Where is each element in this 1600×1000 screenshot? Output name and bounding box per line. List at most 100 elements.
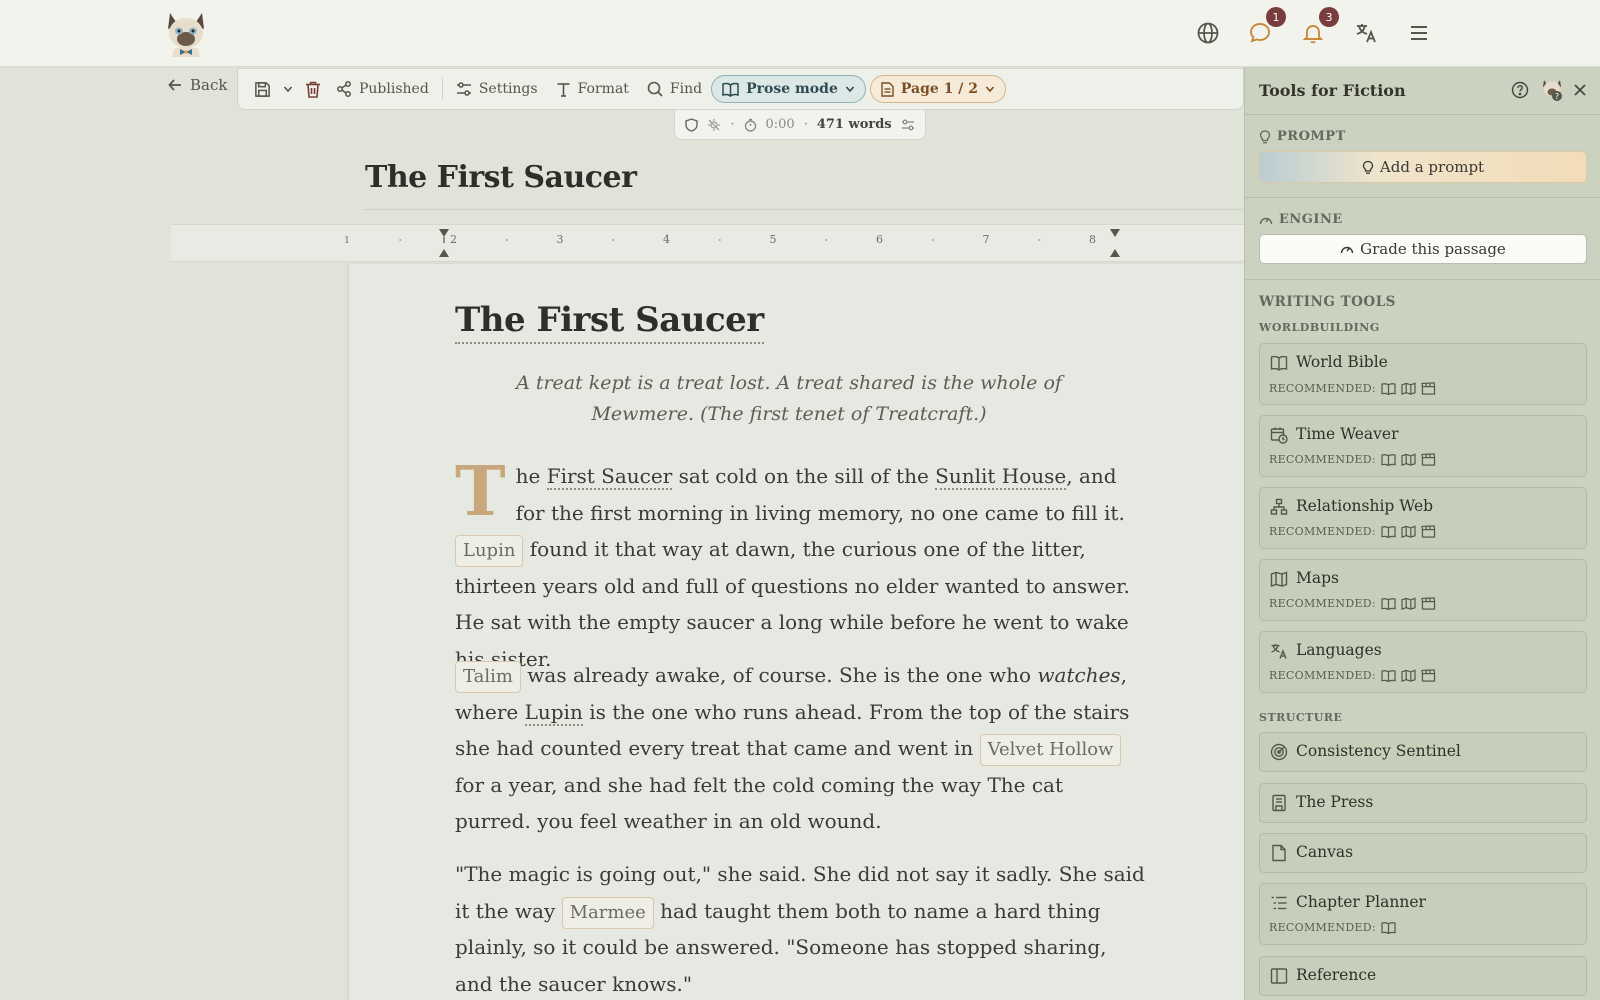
tool-the-press[interactable]: The Press	[1259, 783, 1587, 823]
first-line-indent-marker[interactable]	[439, 229, 449, 237]
document-title-input[interactable]: The First Saucer	[365, 160, 637, 195]
published-label: Published	[359, 81, 429, 97]
recommended-row: RECOMMENDED:	[1269, 921, 1396, 934]
panel-divider	[1245, 279, 1600, 280]
right-margin-marker[interactable]	[1110, 249, 1120, 257]
page-heading[interactable]: The First Saucer	[455, 300, 764, 344]
tool-name: World Bible	[1296, 353, 1388, 371]
tool-canvas[interactable]: Canvas	[1259, 833, 1587, 873]
prose-mode-dropdown[interactable]: Prose mode	[711, 75, 866, 103]
map-icon	[1401, 669, 1416, 682]
tool-name: Reference	[1296, 966, 1377, 984]
ruler-tick	[718, 239, 721, 241]
editor-toolbar: Published Settings Format Find Prose mod…	[237, 68, 1244, 110]
spellcheck-off-icon[interactable]	[707, 118, 721, 132]
entity-link-sunlit-house[interactable]: Sunlit House	[935, 464, 1067, 490]
character-chip-lupin[interactable]: Lupin	[455, 535, 524, 567]
document-icon	[881, 81, 894, 97]
settings-button[interactable]: Settings	[447, 75, 547, 103]
tool-name: Maps	[1296, 569, 1339, 587]
map-icon	[1401, 453, 1416, 466]
translate-icon[interactable]	[1352, 19, 1380, 47]
tool-world-bible[interactable]: World Bible RECOMMENDED:	[1259, 343, 1587, 405]
recommended-row: RECOMMENDED:	[1269, 382, 1436, 395]
book-icon	[1381, 454, 1396, 466]
find-button[interactable]: Find	[638, 75, 711, 103]
tool-name: Canvas	[1296, 843, 1354, 861]
ruler-number: 1	[344, 236, 350, 246]
character-chip-talim[interactable]: Talim	[455, 661, 521, 693]
globe-icon[interactable]	[1194, 19, 1222, 47]
recommended-row: RECOMMENDED:	[1269, 525, 1436, 538]
grade-passage-label: Grade this passage	[1360, 240, 1506, 258]
text-run: for a year, and she had felt the cold co…	[455, 772, 1064, 834]
title-divider	[363, 209, 1243, 210]
book-icon	[1381, 598, 1396, 610]
add-prompt-button[interactable]: Add a prompt	[1259, 151, 1587, 183]
tool-chapter-planner[interactable]: Chapter Planner RECOMMENDED:	[1259, 883, 1587, 945]
structure-label: STRUCTURE	[1259, 711, 1343, 724]
location-chip-velvet-hollow[interactable]: Velvet Hollow	[979, 734, 1122, 766]
timer-icon[interactable]	[744, 118, 757, 132]
tools-for-fiction-panel: Tools for Fiction ? PROMPT Add a prompt …	[1244, 67, 1600, 1000]
lightbulb-icon	[1362, 160, 1374, 174]
tool-maps[interactable]: Maps RECOMMENDED:	[1259, 559, 1587, 621]
messages-button[interactable]: 1	[1246, 7, 1286, 47]
hamburger-menu-icon[interactable]	[1405, 19, 1433, 47]
tool-relationship-web[interactable]: Relationship Web RECOMMENDED:	[1259, 487, 1587, 549]
ruler-number: 5	[770, 233, 777, 246]
recommended-row: RECOMMENDED:	[1269, 669, 1436, 682]
paragraph-1[interactable]: The First Saucer sat cold on the sill of…	[455, 458, 1145, 677]
ruler-number: 7	[983, 233, 990, 246]
close-icon[interactable]	[1573, 83, 1587, 97]
published-button[interactable]: Published	[327, 75, 438, 103]
tool-consistency-sentinel[interactable]: Consistency Sentinel	[1259, 732, 1587, 772]
network-icon	[1270, 498, 1288, 515]
entity-link-first-saucer[interactable]: First Saucer	[546, 464, 673, 490]
back-button[interactable]: Back	[168, 76, 227, 94]
tool-time-weaver[interactable]: Time Weaver RECOMMENDED:	[1259, 415, 1587, 477]
shield-icon[interactable]	[685, 117, 699, 132]
page-selector-dropdown[interactable]: Page 1 / 2	[869, 75, 1006, 103]
status-dot: ·	[803, 117, 808, 132]
engine-section-label: ENGINE	[1259, 212, 1343, 227]
tool-reference[interactable]: Reference	[1259, 956, 1587, 996]
clapperboard-icon	[1421, 525, 1436, 538]
ruler-tick	[931, 239, 934, 241]
save-button[interactable]	[248, 75, 277, 103]
document-page[interactable]: The First Saucer A treat kept is a treat…	[348, 264, 1244, 1000]
top-navigation-bar: 1 3	[0, 0, 1600, 67]
tool-name: Languages	[1296, 641, 1382, 659]
book-icon	[1381, 922, 1396, 934]
entity-link-lupin[interactable]: Lupin	[524, 699, 583, 726]
format-button[interactable]: Format	[547, 75, 638, 103]
arrow-left-icon	[168, 79, 181, 91]
cat-logo-icon[interactable]	[164, 9, 208, 59]
gauge-icon	[1259, 217, 1273, 224]
save-icon	[255, 81, 270, 97]
writing-tools-label: WRITING TOOLS	[1259, 294, 1396, 310]
tool-languages[interactable]: Languages RECOMMENDED:	[1259, 631, 1587, 693]
notifications-button[interactable]: 3	[1299, 7, 1339, 47]
paragraph-2[interactable]: Talim was already awake, of course. She …	[455, 657, 1145, 840]
settings-label: Settings	[478, 81, 538, 97]
epigraph[interactable]: A treat kept is a treat lost. A treat sh…	[479, 368, 1099, 430]
adjust-icon[interactable]	[901, 119, 915, 131]
right-indent-marker[interactable]	[1110, 229, 1120, 237]
paragraph-3[interactable]: "The magic is going out," she said. She …	[455, 856, 1145, 1000]
left-indent-marker[interactable]	[439, 249, 449, 257]
bell-icon	[1302, 25, 1324, 44]
grade-passage-button[interactable]: Grade this passage	[1259, 234, 1587, 264]
chevron-down-icon	[283, 86, 293, 93]
map-icon	[1401, 597, 1416, 610]
help-icon[interactable]	[1511, 81, 1529, 99]
character-chip-marmee[interactable]: Marmee	[561, 896, 654, 929]
text-run: found it that way at dawn, the curious o…	[455, 537, 1130, 671]
notifications-count-badge: 3	[1319, 7, 1339, 27]
map-icon	[1401, 382, 1416, 395]
horizontal-ruler[interactable]: 8 7 6 5 4 3 2 1	[171, 224, 1244, 262]
cat-assistant-icon[interactable]: ?	[1541, 78, 1563, 102]
tool-name: Chapter Planner	[1296, 893, 1426, 911]
save-options-dropdown[interactable]	[277, 75, 299, 103]
delete-button[interactable]	[299, 75, 327, 103]
